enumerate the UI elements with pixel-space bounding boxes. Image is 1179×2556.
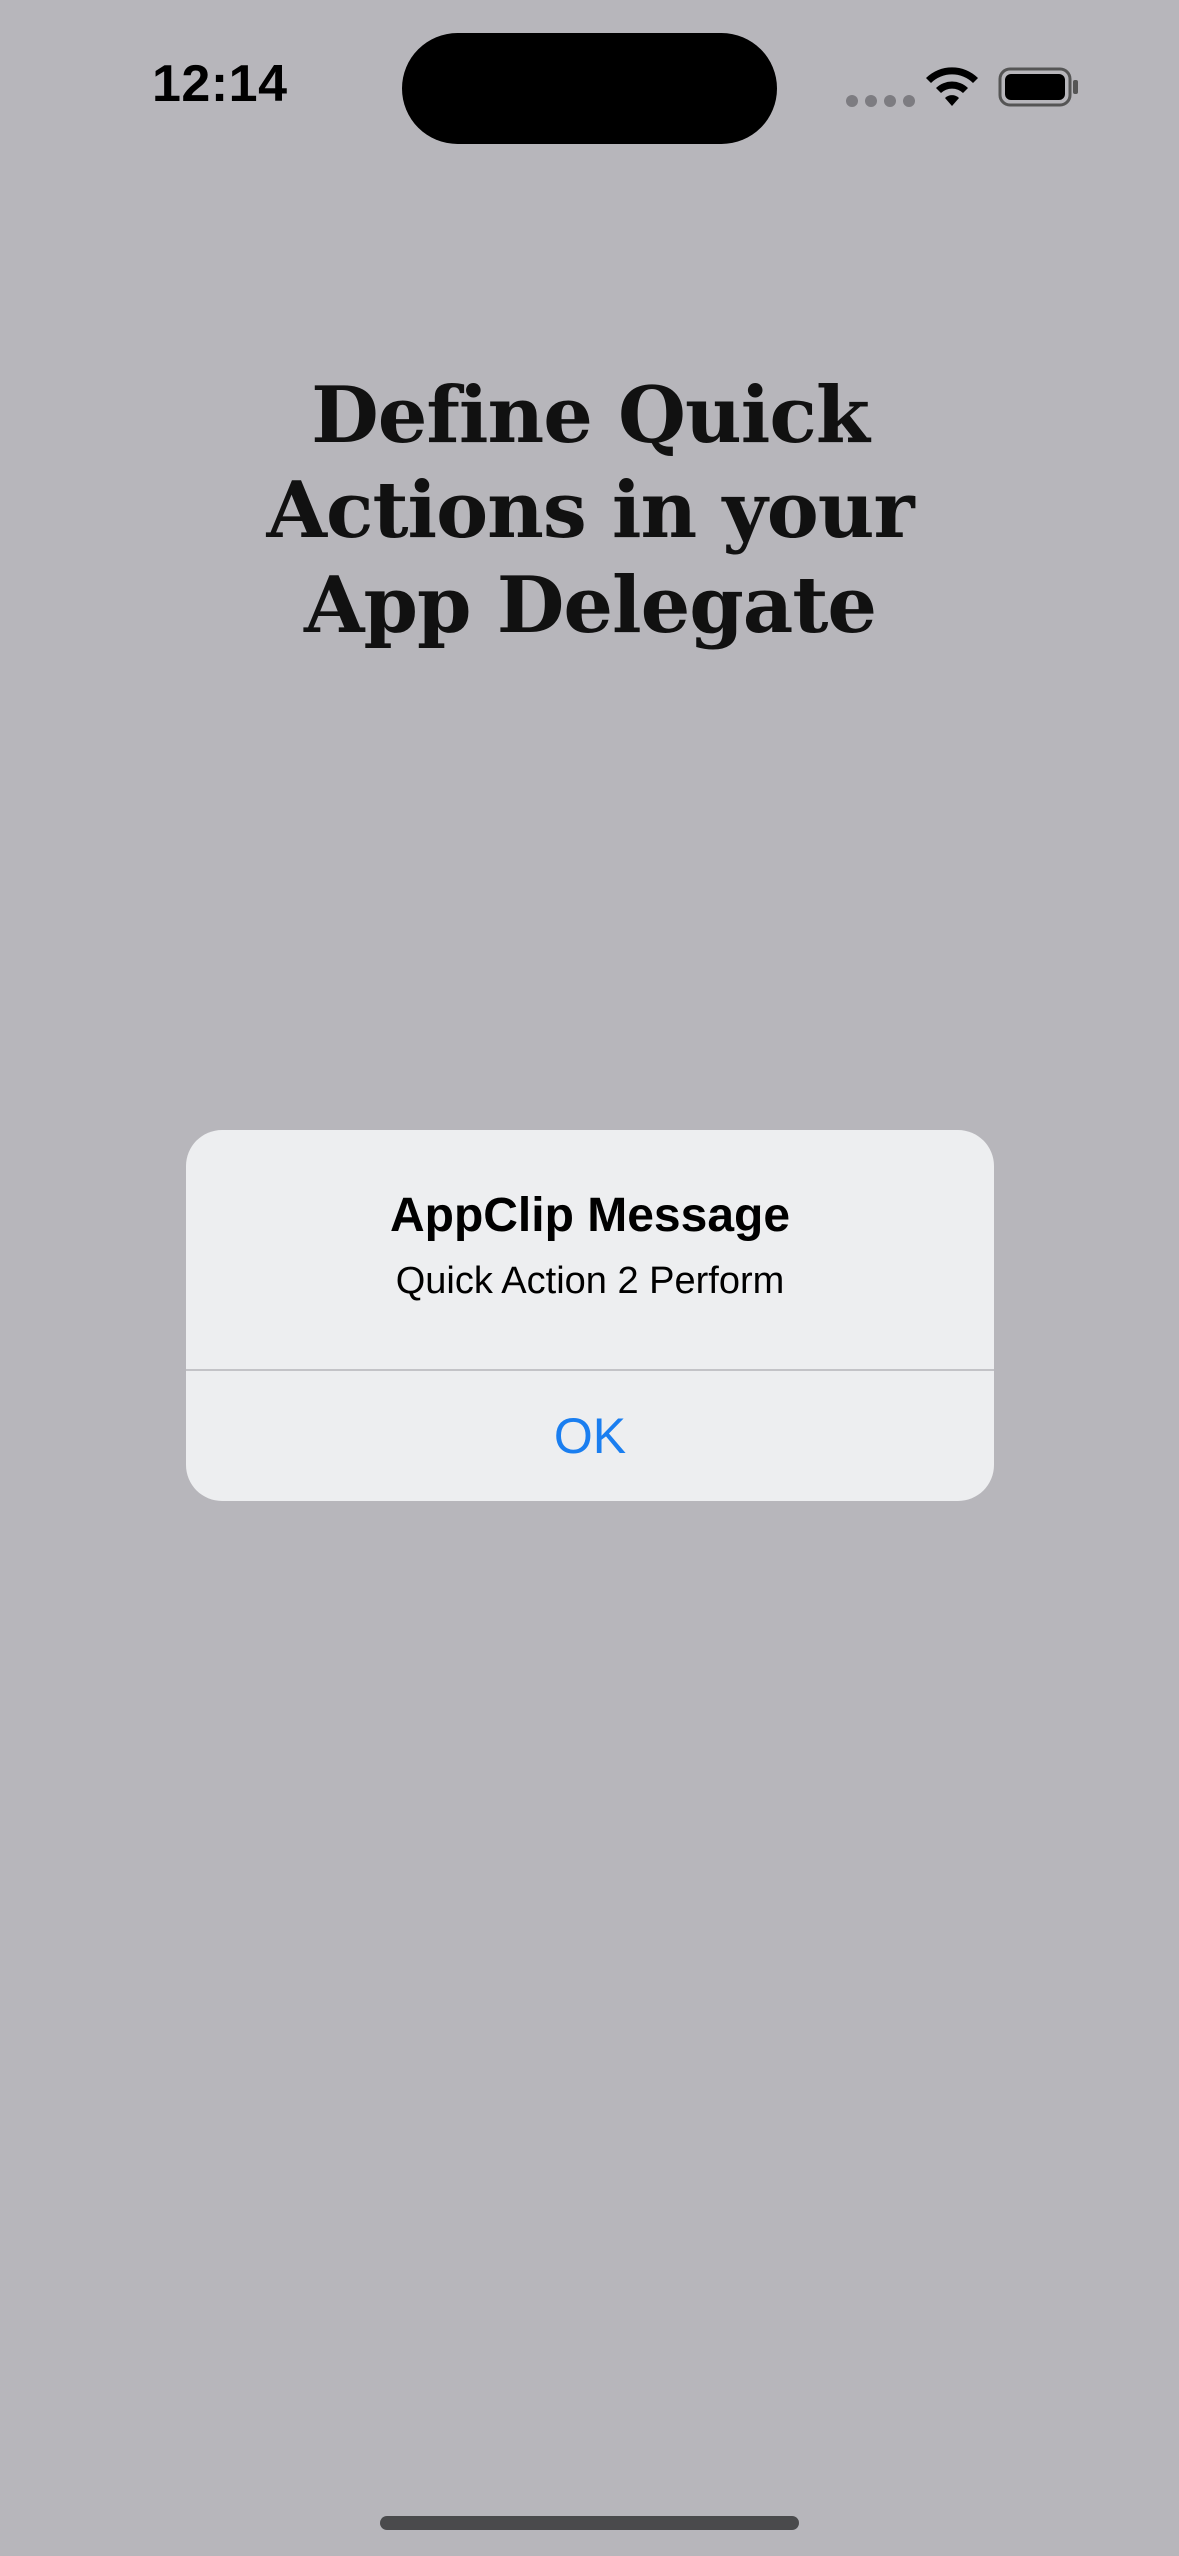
alert-message: Quick Action 2 Perform	[395, 1260, 785, 1302]
home-indicator[interactable]	[380, 2516, 799, 2530]
status-time: 12:14	[152, 55, 288, 113]
battery-icon	[998, 67, 1078, 107]
page-title: Define Quick Actions in your App Delegat…	[266, 370, 914, 651]
wifi-icon	[926, 67, 978, 106]
cellular-signal-icon	[846, 95, 915, 107]
alert-dialog: AppClip Message Quick Action 2 Perform O…	[186, 1130, 994, 1501]
alert-title: AppClip Message	[389, 1189, 791, 1242]
ok-button[interactable]: OK	[186, 1371, 994, 1501]
dynamic-island	[402, 33, 777, 144]
